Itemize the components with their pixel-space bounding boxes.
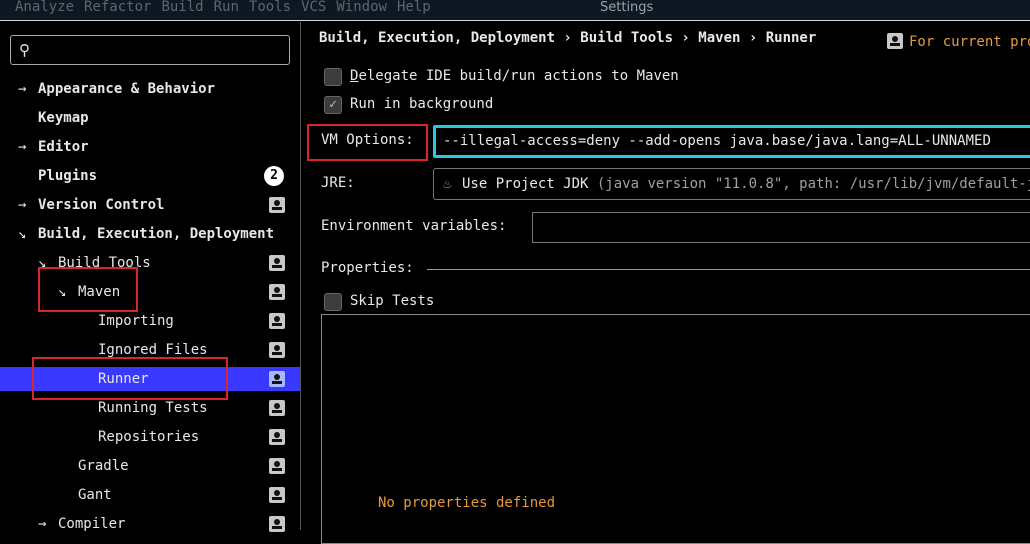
scope-label: For current project	[887, 30, 1030, 50]
menu-vcs[interactable]: VCS	[301, 0, 326, 14]
delegate-label[interactable]: Delegate IDE build/run actions to Maven	[350, 68, 679, 84]
tree-item-plugins[interactable]: Plugins 2	[0, 164, 300, 188]
tree-item-ignored-files[interactable]: Ignored Files	[0, 338, 300, 362]
skip-tests-label[interactable]: Skip Tests	[350, 293, 434, 309]
menu-run[interactable]: Run	[214, 0, 239, 14]
vm-options-input[interactable]: --illegal-access=deny --add-opens java.b…	[433, 125, 1030, 158]
project-icon	[269, 342, 285, 358]
breadcrumb: Build, Execution, Deployment › Build Too…	[319, 30, 817, 46]
project-icon	[269, 487, 285, 503]
tree-item-runner[interactable]: Runner	[0, 367, 300, 391]
expand-arrow-icon[interactable]: ↘	[38, 251, 46, 275]
run-in-background-checkbox[interactable]: ✓	[324, 96, 342, 114]
expand-arrow-icon[interactable]: →	[18, 77, 26, 101]
expand-arrow-icon[interactable]: ↘	[58, 280, 66, 304]
menu-help[interactable]: Help	[397, 0, 431, 14]
expand-arrow-icon[interactable]: →	[18, 135, 26, 159]
project-icon	[269, 371, 285, 387]
tree-item-label: Gradle	[78, 458, 129, 474]
settings-content: Build, Execution, Deployment › Build Too…	[302, 22, 1030, 544]
menu-refactor[interactable]: Refactor	[84, 0, 151, 14]
tree-item-gradle[interactable]: Gradle	[0, 454, 300, 478]
project-icon	[269, 284, 285, 300]
empty-properties-text: No properties defined	[378, 495, 556, 511]
tree-item-label: Repositories	[98, 429, 200, 445]
tree-item-appearance-behavior[interactable]: → Appearance & Behavior	[0, 77, 300, 101]
tree-item-version-control[interactable]: → Version Control	[0, 193, 300, 217]
expand-arrow-icon[interactable]: →	[18, 193, 26, 217]
menu-analyze[interactable]: Analyze	[15, 0, 74, 14]
project-icon	[887, 33, 903, 49]
tree-item-label: Build, Execution, Deployment	[38, 226, 275, 242]
tree-item-label: Compiler	[58, 516, 126, 532]
properties-label: Properties:	[321, 260, 414, 276]
tree-item-maven[interactable]: ↘ Maven	[0, 280, 300, 304]
tree-item-importing[interactable]: Importing	[0, 309, 300, 333]
tree-item-label: Keymap	[38, 110, 89, 126]
menu-build[interactable]: Build	[161, 0, 203, 14]
tree-item-label: Ignored Files	[98, 342, 208, 358]
env-input[interactable]	[532, 212, 1030, 243]
tree-item-label: Maven	[78, 284, 121, 300]
project-icon	[269, 313, 285, 329]
delegate-checkbox[interactable]	[324, 68, 342, 86]
search-icon: ⚲	[19, 41, 30, 59]
tree-item-label: Gant	[78, 487, 112, 503]
search-input[interactable]: ⚲	[10, 35, 290, 65]
expand-arrow-icon[interactable]: ↘	[18, 222, 26, 246]
tree-item-label: Plugins	[38, 168, 98, 184]
tree-item-label: Build Tools	[58, 255, 151, 271]
tree-item-gant[interactable]: Gant	[0, 483, 300, 507]
divider	[427, 269, 1030, 270]
run-in-background-label[interactable]: Run in background	[350, 96, 493, 112]
tree-item-label: Running Tests	[98, 400, 208, 416]
tree-item-label: Runner	[98, 371, 149, 387]
tree-item-editor[interactable]: → Editor	[0, 135, 300, 159]
jre-select[interactable]: ♨ Use Project JDK (java version "11.0.8",…	[433, 168, 1030, 200]
tree-item-label: Appearance & Behavior	[38, 81, 216, 97]
jre-label: JRE:	[321, 175, 355, 191]
menu-tools[interactable]: Tools	[249, 0, 291, 14]
tree-item-compiler[interactable]: → Compiler	[0, 512, 300, 536]
menubar: Analyze Refactor Build Run Tools VCS Window Hel…	[0, 0, 1030, 21]
menu-window[interactable]: Window	[336, 0, 387, 14]
settings-sidebar: ⚲ → Appearance & Behavior Keymap → Editor Plu…	[0, 22, 301, 532]
expand-arrow-icon[interactable]: →	[38, 512, 46, 536]
project-icon	[269, 255, 285, 271]
update-count-badge: 2	[264, 166, 284, 186]
project-icon	[269, 429, 285, 445]
tree-item-build-execution-deployment[interactable]: ↘ Build, Execution, Deployment	[0, 222, 300, 246]
tree-item-keymap[interactable]: Keymap	[0, 106, 300, 130]
skip-tests-checkbox[interactable]	[324, 293, 342, 311]
menu: Analyze Refactor Build Run Tools VCS Window Hel…	[15, 0, 431, 14]
tree-item-label: Version Control	[38, 197, 165, 213]
tree-item-build-tools[interactable]: ↘ Build Tools	[0, 251, 300, 275]
project-icon	[269, 400, 285, 416]
tree-item-repositories[interactable]: Repositories	[0, 425, 300, 449]
tree-item-running-tests[interactable]: Running Tests	[0, 396, 300, 420]
tree-item-label: Editor	[38, 139, 89, 155]
project-icon	[269, 458, 285, 474]
project-icon	[269, 197, 285, 213]
window-title: Settings	[600, 0, 654, 15]
env-label: Environment variables:	[321, 218, 507, 234]
java-icon: ♨	[443, 176, 452, 192]
vm-options-label: VM Options:	[321, 132, 414, 148]
tree-item-label: Importing	[98, 313, 174, 329]
